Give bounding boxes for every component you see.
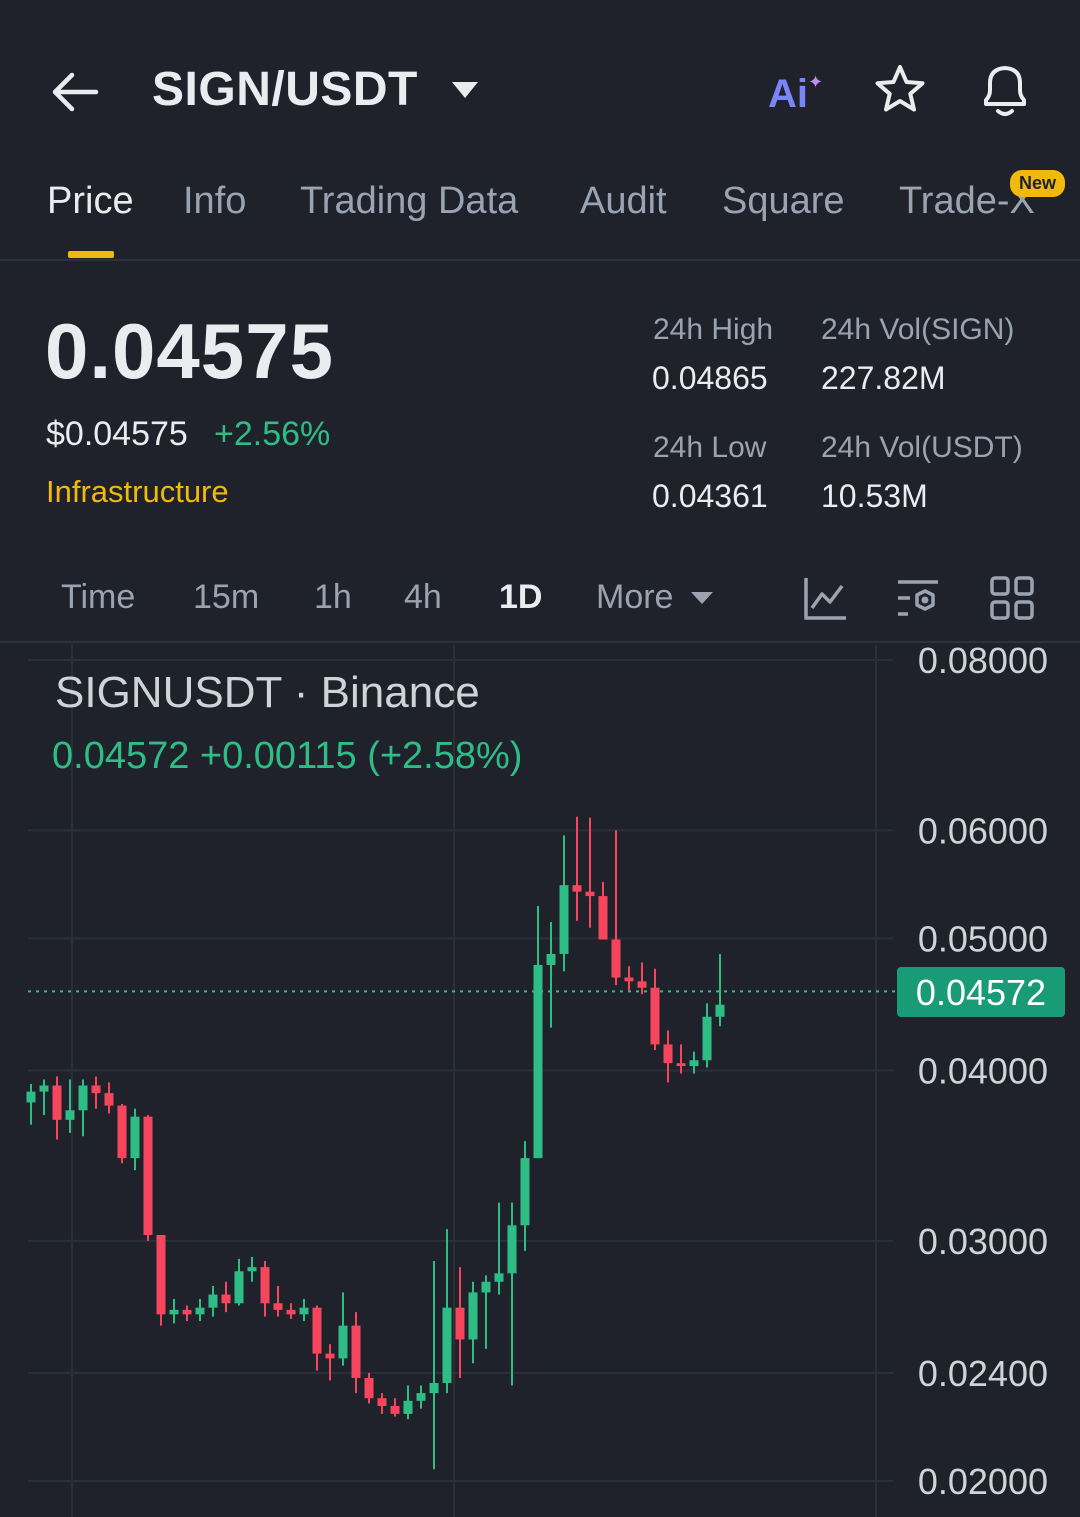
usd-price: $0.04575: [46, 415, 188, 453]
candle-down: [52, 1076, 62, 1140]
stat-24h-vol-quote-label: 24h Vol(USDT): [821, 431, 1023, 464]
candle-down: [364, 1373, 374, 1404]
indicator-chart-icon[interactable]: [802, 574, 850, 622]
candle-up: [195, 1298, 205, 1322]
tab-info[interactable]: Info: [183, 180, 246, 223]
candle-down: [351, 1312, 361, 1394]
candle-down: [377, 1393, 387, 1414]
candle-up: [26, 1083, 36, 1125]
stat-24h-vol-base-value: 227.82M: [821, 360, 946, 396]
tab-trading-data[interactable]: Trading Data: [300, 180, 518, 223]
candle-down: [390, 1398, 400, 1417]
interval-time[interactable]: Time: [61, 578, 135, 617]
stat-24h-low-label: 24h Low: [653, 431, 767, 464]
candle-down: [260, 1260, 270, 1317]
interval-15m[interactable]: 15m: [193, 578, 259, 617]
candle-down: [312, 1305, 322, 1371]
candle-up: [468, 1281, 478, 1364]
candle-down: [325, 1344, 335, 1381]
candle-up: [130, 1108, 140, 1171]
candle-up: [715, 953, 725, 1027]
chart-settings-icon[interactable]: [894, 574, 942, 622]
tab-square[interactable]: Square: [722, 180, 845, 223]
candle-up: [429, 1260, 439, 1470]
interval-1d[interactable]: 1D: [499, 578, 542, 617]
candle-up: [78, 1079, 88, 1137]
candle-up: [520, 1141, 530, 1251]
candle-up: [169, 1298, 179, 1324]
candle-down: [585, 817, 595, 928]
candle-up: [442, 1229, 452, 1394]
ai-assistant-icon[interactable]: Ai: [768, 72, 808, 117]
candle-down: [221, 1281, 231, 1313]
dropdown-caret-icon[interactable]: [452, 82, 478, 98]
star-icon[interactable]: [872, 62, 928, 118]
y-axis-tick-label: 0.02400: [918, 1353, 1048, 1394]
candle-up: [39, 1079, 49, 1116]
active-tab-indicator: [68, 251, 114, 258]
candle-up: [533, 906, 543, 1159]
tab-price[interactable]: Price: [47, 180, 134, 223]
change-percent: +2.56%: [214, 415, 331, 453]
y-axis-tick-label: 0.08000: [918, 640, 1048, 681]
candle-down: [455, 1267, 465, 1378]
candle-up: [65, 1079, 75, 1133]
candle-down: [104, 1082, 114, 1114]
candle-up: [403, 1385, 413, 1420]
back-arrow-icon[interactable]: [50, 70, 100, 114]
y-axis-tick-label: 0.05000: [918, 918, 1048, 959]
candle-down: [286, 1303, 296, 1319]
candle-up: [234, 1258, 244, 1306]
y-axis-tick-label: 0.06000: [918, 810, 1048, 851]
candle-up: [416, 1385, 426, 1409]
candle-down: [143, 1115, 153, 1241]
tab-audit[interactable]: Audit: [580, 180, 667, 223]
candle-down: [676, 1044, 686, 1074]
chart-ohlc-summary: 0.04572 +0.00115 (+2.58%): [52, 735, 523, 777]
tabs-divider: [0, 259, 1080, 261]
interval-1h[interactable]: 1h: [314, 578, 352, 617]
bell-icon[interactable]: [976, 60, 1034, 120]
candle-down: [182, 1305, 192, 1322]
candle-down: [598, 881, 608, 940]
candle-down: [572, 816, 582, 921]
chart-title: SIGNUSDT · Binance: [55, 668, 480, 717]
candle-down: [273, 1285, 283, 1317]
interval-more[interactable]: More: [596, 578, 673, 617]
candle-up: [494, 1202, 504, 1295]
y-axis-tick-label: 0.04000: [918, 1051, 1048, 1092]
candle-up: [507, 1202, 517, 1386]
y-axis-tick-label: 0.03000: [918, 1221, 1048, 1262]
candle-down: [611, 830, 621, 986]
stat-24h-high-value: 0.04865: [652, 360, 768, 396]
candle-up: [338, 1292, 348, 1366]
layout-grid-icon[interactable]: [988, 574, 1036, 622]
candle-up: [299, 1298, 309, 1322]
candle-up: [559, 835, 569, 972]
candle-down: [637, 962, 647, 995]
trading-pair-title[interactable]: SIGN/USDT: [152, 62, 418, 117]
interval-4h[interactable]: 4h: [404, 578, 442, 617]
candle-down: [624, 966, 634, 991]
stat-24h-high-label: 24h High: [653, 313, 774, 346]
candle-down: [156, 1234, 166, 1326]
candle-up: [247, 1256, 257, 1282]
candle-down: [117, 1104, 127, 1164]
candle-down: [91, 1076, 101, 1109]
stat-24h-vol-base-label: 24h Vol(SIGN): [821, 313, 1015, 346]
candle-up: [481, 1275, 491, 1349]
candle-down: [650, 968, 660, 1051]
candle-down: [663, 1030, 673, 1083]
last-price: 0.04575: [45, 307, 334, 395]
y-axis-tick-label: 0.02000: [918, 1461, 1048, 1502]
candle-up: [208, 1285, 218, 1317]
sparkle-icon: ✦: [808, 72, 824, 92]
current-price-label: 0.04572: [915, 972, 1047, 1013]
candle-up: [702, 1003, 712, 1068]
stat-24h-low-value: 0.04361: [652, 478, 768, 514]
category-tag[interactable]: Infrastructure: [46, 474, 229, 510]
more-caret-icon: [691, 592, 713, 604]
new-badge: New: [1010, 170, 1066, 197]
stat-24h-vol-quote-value: 10.53M: [821, 478, 928, 514]
